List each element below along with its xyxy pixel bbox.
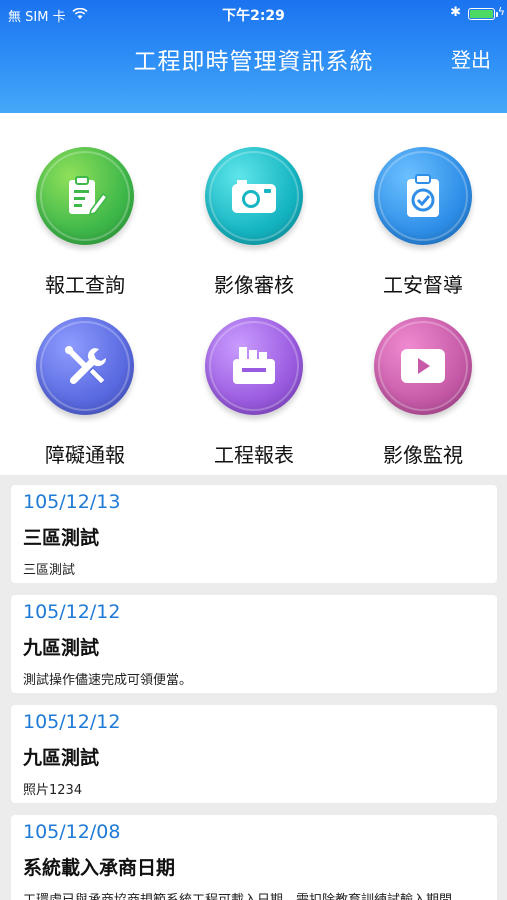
menu-item-project-report[interactable]: 工程報表 — [179, 283, 329, 467]
news-date: 105/12/12 — [23, 601, 121, 623]
menu-grid: 報工查詢 影像審核 工安督導 障礙通報 工程報表 影像監視 — [0, 113, 507, 475]
status-bar: 無 SIM 卡 下午2:29 ✱ ϟ — [0, 0, 507, 28]
menu-item-safety-supervision[interactable]: 工安督導 — [348, 113, 498, 297]
menu-icon-circle — [205, 317, 303, 415]
menu-item-image-review[interactable]: 影像審核 — [179, 113, 329, 297]
news-card[interactable]: 105/12/13 三區測試 三區測試 — [11, 485, 497, 583]
news-desc: 照片1234 — [23, 783, 83, 798]
printer-icon — [229, 344, 279, 388]
news-desc: 測試操作儘速完成可領便當。 — [23, 673, 193, 688]
news-title: 系統載入承商日期 — [23, 857, 176, 879]
tools-icon — [61, 342, 109, 390]
menu-item-fault-report[interactable]: 障礙通報 — [10, 283, 160, 467]
checklist-icon — [401, 172, 445, 220]
news-desc: 工環處已與承商協商規範系統工程可載入日期，需扣除教育訓練試輸入期間 — [23, 889, 452, 900]
news-date: 105/12/08 — [23, 821, 121, 843]
charging-icon: ϟ — [497, 5, 505, 18]
menu-icon-circle — [374, 147, 472, 245]
menu-item-label: 影像監視 — [383, 443, 463, 467]
menu-icon-circle — [205, 147, 303, 245]
menu-item-video-monitor[interactable]: 影像監視 — [348, 283, 498, 467]
news-title: 九區測試 — [23, 747, 100, 769]
page-title: 工程即時管理資訊系統 — [133, 49, 374, 75]
camera-icon — [229, 176, 279, 216]
clock: 下午2:29 — [222, 8, 285, 24]
news-list: 105/12/13 三區測試 三區測試 105/12/12 九區測試 測試操作儘… — [0, 475, 507, 900]
play-video-icon — [398, 346, 448, 386]
news-card[interactable]: 105/12/12 九區測試 照片1234 — [11, 705, 497, 803]
news-title: 三區測試 — [23, 527, 100, 549]
menu-item-label: 工程報表 — [214, 443, 294, 467]
menu-icon-circle — [36, 147, 134, 245]
news-title: 九區測試 — [23, 637, 100, 659]
battery-icon — [468, 8, 498, 20]
news-card[interactable]: 105/12/12 九區測試 測試操作儘速完成可領便當。 — [11, 595, 497, 693]
menu-icon-circle — [374, 317, 472, 415]
app-header: 無 SIM 卡 下午2:29 ✱ ϟ 工程即時管理資訊系統 登出 — [0, 0, 507, 113]
menu-item-report-query[interactable]: 報工查詢 — [10, 113, 160, 297]
logout-button[interactable]: 登出 — [451, 44, 491, 73]
news-date: 105/12/12 — [23, 711, 121, 733]
menu-icon-circle — [36, 317, 134, 415]
news-desc: 三區測試 — [23, 563, 76, 578]
news-card[interactable]: 105/12/08 系統載入承商日期 工環處已與承商協商規範系統工程可載入日期，… — [11, 815, 497, 900]
news-date: 105/12/13 — [23, 491, 121, 513]
bluetooth-icon: ✱ — [450, 5, 461, 20]
report-clipboard-icon — [61, 172, 109, 220]
menu-item-label: 障礙通報 — [45, 443, 125, 467]
